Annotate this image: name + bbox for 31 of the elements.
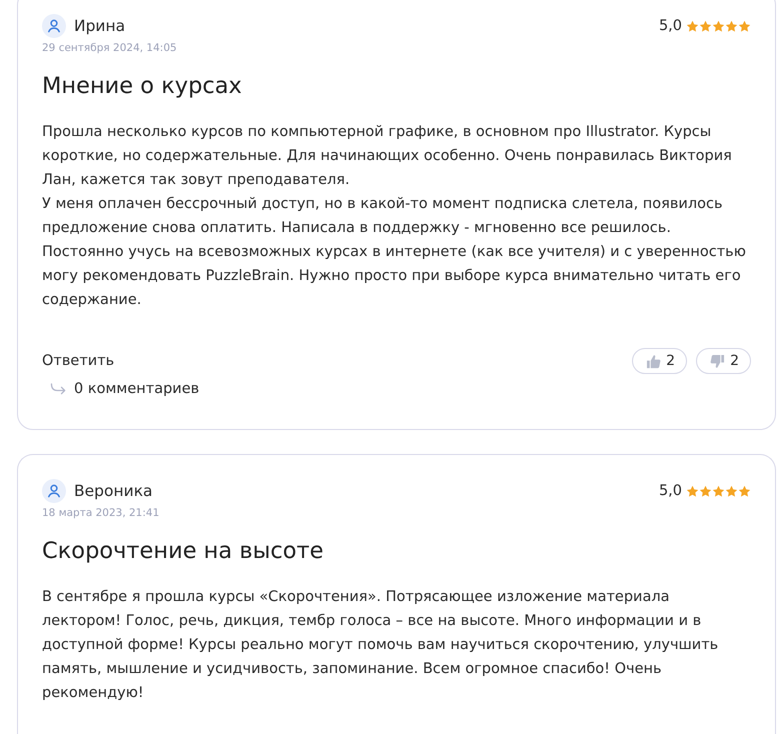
star-icon xyxy=(738,20,751,32)
star-icon xyxy=(725,484,738,498)
author-name: Вероника xyxy=(74,481,153,502)
dislike-button[interactable]: 2 xyxy=(696,348,751,374)
author-name: Ирина xyxy=(74,16,126,37)
reply-link[interactable]: Ответить xyxy=(42,351,114,371)
thumbs-down-icon xyxy=(710,354,726,368)
review-text: Постоянно учусь на всевозможных курсах в интернете (как все учителя) и с уверенностью могу рекомендовать PuzzleBrain. Нужно просто при выборе курса внимательно читать его содержание. xyxy=(42,243,747,310)
star-icon xyxy=(725,20,738,32)
star-icon xyxy=(712,20,725,32)
review-date: 18 марта 2023, 21:41 xyxy=(42,506,160,520)
review-title: Мнение о курсах xyxy=(42,72,243,101)
review-date: 29 сентября 2024, 14:05 xyxy=(42,41,178,55)
review-text: Прошла несколько курсов по компьютерной графике, в основном про Illustrator. Курсы короткие, но содержательные. Для начинающих особенно. Очень понравилась Виктория Лан, кажется так зовут преподавателя. xyxy=(42,123,733,190)
star-icon xyxy=(712,484,725,498)
star-icon xyxy=(686,20,699,32)
star-icon xyxy=(686,484,699,498)
star-icon xyxy=(699,484,712,498)
comments-link[interactable]: 0 комментариев xyxy=(74,379,200,399)
star-icon xyxy=(738,484,751,498)
reply-arrow-icon xyxy=(50,383,66,395)
review-text: В сентябре я прошла курсы «Скорочтения». Потрясающее изложение материала лектором! Голос, речь, дикция, тембр голоса – все на высоте. Много информации и в доступной форме! Курсы реально могут помочь вам научиться скорочтению, улучшить память, мышление и усидчивость, запоминание. Всем огромное спасибо! Очень рекомендую! xyxy=(42,588,720,703)
review-title: Скорочтение на высоте xyxy=(42,537,324,566)
thumbs-up-icon xyxy=(646,354,662,368)
user-icon xyxy=(42,479,66,503)
user-icon xyxy=(42,14,66,38)
like-button[interactable]: 2 xyxy=(632,348,688,374)
rating-value: 5,0 xyxy=(658,17,682,36)
star-icon xyxy=(699,20,712,32)
rating-value: 5,0 xyxy=(658,482,682,501)
review-text: У меня оплачен бессрочный доступ, но в какой-то момент подписка слетела, появилось предложение снова оплатить. Написала в поддержку - мгновенно все решилось. xyxy=(42,195,724,238)
